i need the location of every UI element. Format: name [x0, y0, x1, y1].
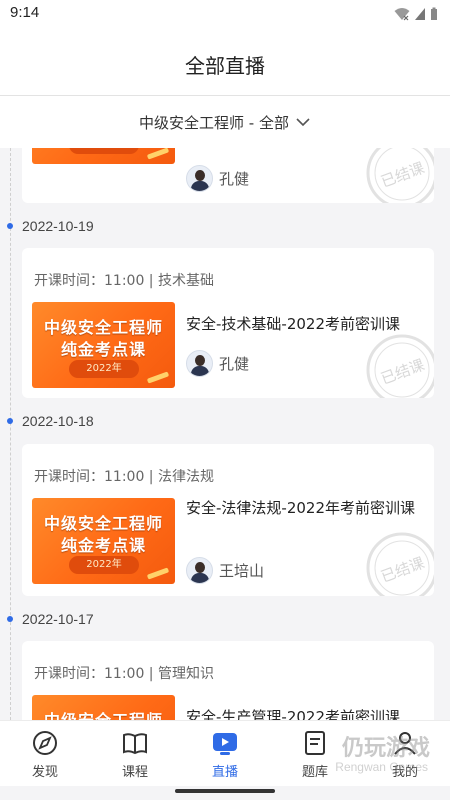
- battery-icon: [431, 7, 437, 20]
- course-thumbnail: 中级安全工程师 纯金考点课 2022年: [32, 302, 175, 388]
- status-time: 9:14: [10, 4, 40, 21]
- thumbnail-line1: 中级安全工程师: [43, 514, 163, 533]
- teacher: 孔健: [186, 350, 249, 377]
- live-card[interactable]: 开课时间：11:00 | 技术基础 中级安全工程师 纯金考点课 2022年 安全…: [22, 248, 434, 398]
- tab-label: 课程: [121, 765, 148, 780]
- live-card[interactable]: 开课时间：11:00 | 法律法规 中级安全工程师 纯金考点课 2022年 安全…: [22, 444, 434, 596]
- thumbnail-year: 2022年: [69, 556, 139, 574]
- course-title: 安全-法律法规-2022年考前密训课: [186, 499, 416, 517]
- thumbnail-line1: 中级安全工程师: [32, 707, 175, 720]
- watermark-text: 仍玩游戏: [341, 736, 430, 761]
- ended-stamp-icon: 已结课: [366, 334, 434, 398]
- class-time-label: 开课时间：11:00 | 技术基础: [34, 273, 214, 289]
- watermark: 仍玩游戏 Rengwan Games: [280, 728, 430, 783]
- course-thumbnail: 中级安全工程师 纯金考点课 2022年: [32, 695, 175, 720]
- live-card[interactable]: 开课时间：11:00 | 管理知识 中级安全工程师 纯金考点课 2022年 安全…: [22, 641, 434, 720]
- section-date: 2022-10-18: [22, 413, 94, 429]
- live-list[interactable]: 中级安全工程师 纯金考点课 2022年 孔健 已结课 2022-10-19 开课…: [0, 148, 450, 720]
- ended-stamp-icon: 已结课: [366, 532, 434, 596]
- stamp-text: 已结课: [378, 159, 426, 191]
- teacher: 王培山: [186, 557, 264, 584]
- course-thumbnail: 中级安全工程师 纯金考点课 2022年: [32, 148, 175, 164]
- thumbnail-year: 2022年: [69, 360, 139, 378]
- avatar: [186, 350, 213, 377]
- thumbnail-year: 2022年: [69, 148, 139, 154]
- timeline-dot: [7, 223, 13, 229]
- teacher-name: 孔健: [219, 355, 250, 373]
- thumbnail-line1: 中级安全工程师: [43, 318, 163, 337]
- course-title: 安全-生产管理-2022考前密训课: [186, 708, 401, 720]
- course-thumbnail: 中级安全工程师 纯金考点课 2022年: [32, 498, 175, 584]
- watermark-subtext: Rengwan Games: [335, 760, 428, 774]
- class-time-label: 开课时间：11:00 | 管理知识: [34, 666, 214, 682]
- category-filter[interactable]: 中级安全工程师 - 全部: [0, 96, 450, 148]
- page-title: 全部直播: [185, 54, 265, 78]
- filter-label: 中级安全工程师 - 全部: [139, 113, 289, 132]
- section-date: 2022-10-17: [22, 611, 94, 627]
- timeline-dot: [7, 616, 13, 622]
- book-icon: [123, 733, 147, 755]
- signal-icon: [415, 8, 425, 20]
- discover-icon: [33, 731, 57, 755]
- avatar: [186, 557, 213, 584]
- teacher-name: 王培山: [219, 562, 265, 580]
- live-icon: [213, 733, 237, 755]
- ended-stamp-icon: 已结课: [366, 148, 434, 203]
- tab-live[interactable]: 直播: [180, 721, 270, 786]
- pencil-icon: [146, 567, 170, 580]
- app-header: 全部直播: [0, 30, 450, 96]
- tab-discover[interactable]: 发现: [0, 721, 90, 786]
- thumbnail-line2: 纯金考点课: [60, 536, 146, 555]
- pencil-icon: [146, 148, 170, 160]
- class-time-label: 开课时间：11:00 | 法律法规: [34, 469, 214, 485]
- tab-label: 发现: [31, 765, 58, 780]
- live-card[interactable]: 中级安全工程师 纯金考点课 2022年 孔健 已结课: [22, 148, 434, 203]
- wifi-icon: [394, 8, 410, 21]
- tab-label: 直播: [211, 765, 238, 780]
- thumbnail-line2: 纯金考点课: [60, 340, 146, 359]
- avatar: [186, 165, 213, 192]
- stamp-text: 已结课: [378, 356, 426, 388]
- timeline-line: [10, 148, 11, 720]
- pencil-icon: [146, 371, 170, 384]
- teacher: 孔健: [186, 165, 249, 192]
- tab-courses[interactable]: 课程: [90, 721, 180, 786]
- status-icons: [394, 7, 438, 21]
- stamp-text: 已结课: [378, 554, 426, 586]
- section-date: 2022-10-19: [22, 218, 94, 234]
- timeline-dot: [7, 418, 13, 424]
- home-indicator[interactable]: [175, 789, 275, 793]
- status-bar: 9:14: [0, 0, 450, 30]
- system-nav-bar: [0, 786, 450, 800]
- teacher-name: 孔健: [219, 170, 250, 188]
- chevron-down-icon: [296, 118, 310, 127]
